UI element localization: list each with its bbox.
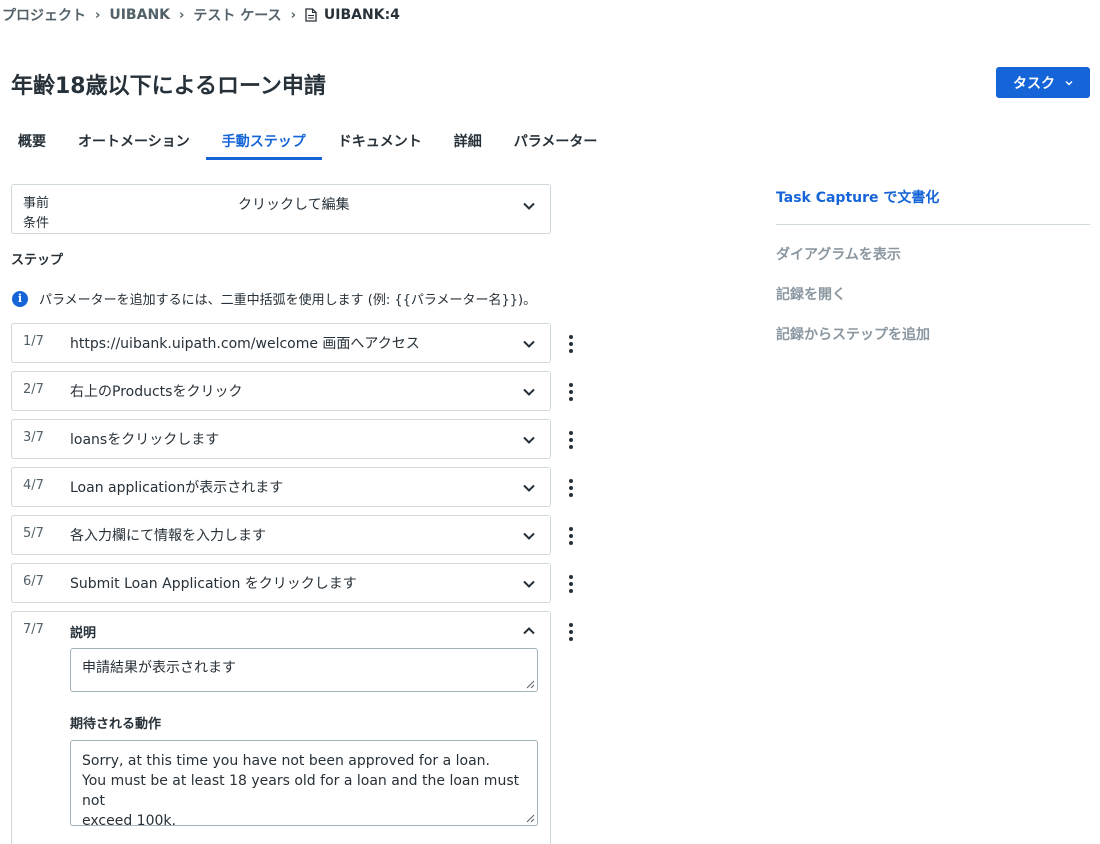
tab-details[interactable]: 詳細 — [438, 125, 498, 160]
expected-behavior-line: exceed 100k. — [82, 813, 176, 829]
tab-bar: 概要 オートメーション 手動ステップ ドキュメント 詳細 パラメーター — [2, 125, 613, 160]
info-icon: i — [12, 290, 28, 307]
chevron-down-icon — [1065, 80, 1073, 85]
step-number: 1/7 — [23, 334, 44, 349]
tab-parameters[interactable]: パラメーター — [498, 125, 614, 160]
step-text: https://uibank.uipath.com/welcome 画面へアクセ… — [70, 336, 420, 352]
breadcrumb-test-cases[interactable]: テスト ケース — [193, 5, 281, 25]
steps-heading: ステップ — [11, 253, 64, 268]
document-icon — [305, 8, 317, 22]
step-text: 各入力欄にて情報を入力します — [70, 528, 266, 544]
precondition-value[interactable]: クリックして編集 — [238, 194, 350, 214]
task-button[interactable]: タスク — [996, 67, 1090, 98]
breadcrumb: プロジェクト › UIBANK › テスト ケース › UIBANK:4 — [2, 5, 400, 25]
step-row[interactable]: 3/7 loansをクリックします — [11, 419, 551, 459]
chevron-down-icon[interactable] — [522, 483, 536, 493]
chevron-down-icon[interactable] — [522, 579, 536, 589]
step-number: 5/7 — [23, 526, 44, 541]
more-options-icon[interactable] — [566, 622, 576, 642]
breadcrumb-current: UIBANK:4 — [305, 7, 400, 23]
task-capture-link[interactable]: Task Capture で文書化 — [776, 187, 939, 207]
chevron-up-icon[interactable] — [522, 626, 536, 636]
breadcrumb-separator-icon: › — [179, 7, 185, 23]
breadcrumb-current-label: UIBANK:4 — [323, 7, 400, 23]
step-text: Loan applicationが表示されます — [70, 480, 284, 496]
parameter-info: i パラメーターを追加するには、二重中括弧を使用します (例: {{パラメーター… — [12, 289, 536, 308]
parameter-info-text: パラメーターを追加するには、二重中括弧を使用します (例: {{パラメーター名}… — [39, 293, 537, 308]
step-row[interactable]: 4/7 Loan applicationが表示されます — [11, 467, 551, 507]
tab-automation[interactable]: オートメーション — [62, 125, 206, 160]
page-title: 年齢18歳以下によるローン申請 — [11, 74, 326, 99]
tab-manual-steps[interactable]: 手動ステップ — [205, 125, 322, 160]
breadcrumb-separator-icon: › — [290, 7, 296, 23]
step-row[interactable]: 1/7 https://uibank.uipath.com/welcome 画面… — [11, 323, 551, 363]
more-options-icon[interactable] — [566, 382, 576, 402]
precondition-label: 事前条件 — [23, 196, 50, 231]
chevron-down-icon[interactable] — [522, 531, 536, 541]
more-options-icon[interactable] — [566, 478, 576, 498]
resize-handle-icon[interactable] — [526, 814, 535, 823]
open-recording-link[interactable]: 記録を開く — [776, 284, 846, 304]
more-options-icon[interactable] — [566, 430, 576, 450]
description-value: 申請結果が表示されます — [82, 660, 236, 676]
step-row-expanded: 7/7 説明 申請結果が表示されます 期待される動作 Sorry, at thi… — [11, 611, 551, 844]
step-row[interactable]: 2/7 右上のProductsをクリック — [11, 371, 551, 411]
breadcrumb-separator-icon: › — [95, 7, 101, 23]
breadcrumb-projects[interactable]: プロジェクト — [2, 5, 86, 25]
more-options-icon[interactable] — [566, 574, 576, 594]
chevron-down-icon[interactable] — [522, 201, 536, 211]
add-steps-from-recording-link[interactable]: 記録からステップを追加 — [776, 324, 930, 344]
precondition-panel[interactable]: 事前条件 クリックして編集 — [11, 184, 551, 234]
chevron-down-icon[interactable] — [522, 387, 536, 397]
expected-behavior-label: 期待される動作 — [70, 717, 162, 732]
tab-documents[interactable]: ドキュメント — [322, 125, 438, 160]
step-text: 右上のProductsをクリック — [70, 384, 243, 400]
description-textarea[interactable]: 申請結果が表示されます — [70, 648, 538, 692]
expected-behavior-textarea[interactable]: Sorry, at this time you have not been ap… — [70, 740, 538, 829]
step-number: 6/7 — [23, 574, 44, 589]
task-button-label: タスク — [1013, 75, 1055, 92]
chevron-down-icon[interactable] — [522, 435, 536, 445]
step-number: 3/7 — [23, 430, 44, 445]
step-row[interactable]: 5/7 各入力欄にて情報を入力します — [11, 515, 551, 555]
step-text: loansをクリックします — [70, 432, 220, 448]
step-number: 4/7 — [23, 478, 44, 493]
more-options-icon[interactable] — [566, 526, 576, 546]
tab-overview[interactable]: 概要 — [2, 125, 62, 160]
step-row[interactable]: 6/7 Submit Loan Application をクリックします — [11, 563, 551, 603]
sidebar-divider — [776, 224, 1090, 225]
step-number: 2/7 — [23, 382, 44, 397]
resize-handle-icon[interactable] — [526, 680, 535, 689]
step-text: Submit Loan Application をクリックします — [70, 576, 357, 592]
more-options-icon[interactable] — [566, 334, 576, 354]
expected-behavior-line: You must be at least 18 years old for a … — [82, 773, 520, 809]
step-number: 7/7 — [23, 622, 44, 637]
description-label: 説明 — [70, 626, 97, 641]
breadcrumb-uibank[interactable]: UIBANK — [109, 7, 170, 23]
chevron-down-icon[interactable] — [522, 339, 536, 349]
view-diagram-link[interactable]: ダイアグラムを表示 — [776, 244, 901, 264]
expected-behavior-line: Sorry, at this time you have not been ap… — [82, 753, 490, 769]
